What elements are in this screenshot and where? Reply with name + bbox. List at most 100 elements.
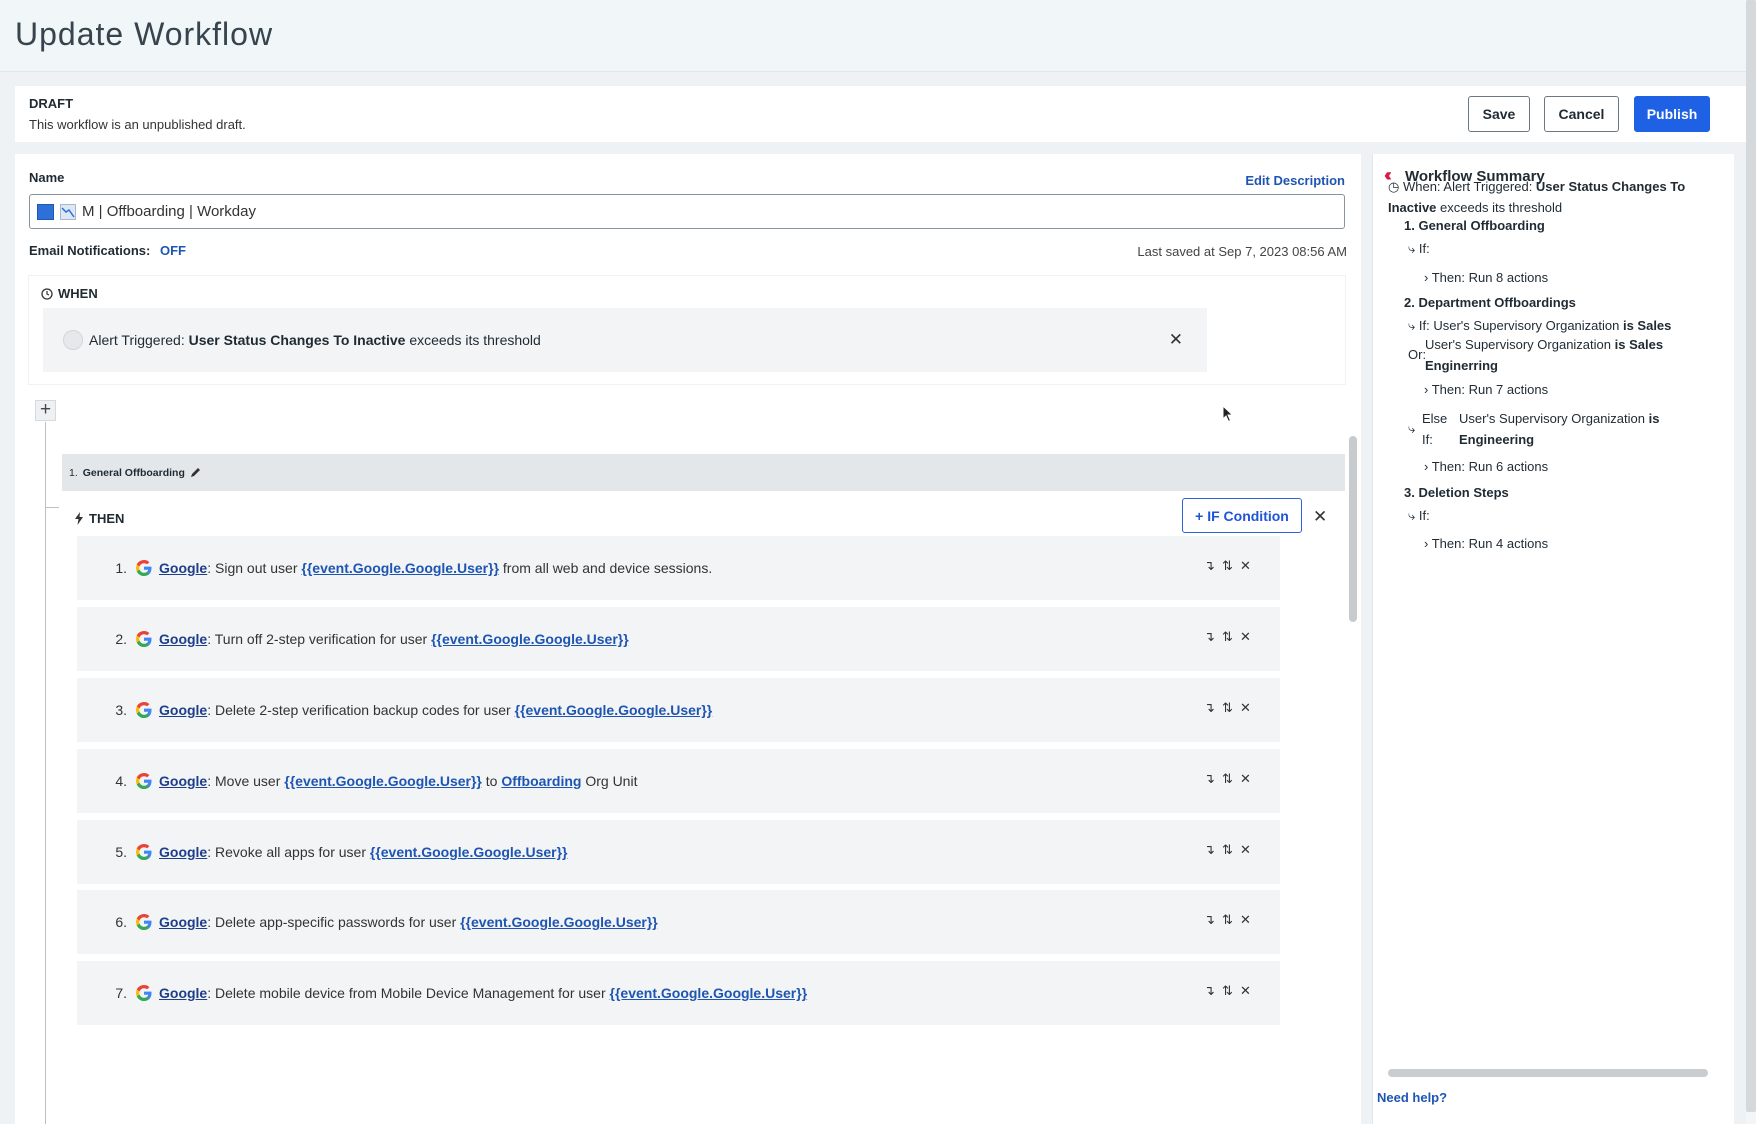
reorder-icon[interactable]: ⇅ — [1222, 771, 1233, 787]
summary-step-3-if: ⤷ If: — [1408, 505, 1430, 526]
action-app-link[interactable]: Google — [159, 773, 207, 789]
google-icon — [136, 914, 152, 930]
move-down-icon[interactable]: ↴ — [1204, 558, 1215, 574]
remove-action-close-icon[interactable]: ✕ — [1240, 558, 1251, 574]
action-text: : Delete app-specific passwords for user — [207, 914, 461, 930]
step-group: 1. General Offboarding THEN + IF Conditi… — [62, 454, 1345, 1124]
summary-step-1-if: ⤷ If: — [1408, 238, 1430, 259]
summary-step-2-then[interactable]: › Then: Run 7 actions — [1424, 379, 1548, 400]
action-row[interactable]: 7. Google: Delete mobile device from Mobi… — [77, 961, 1280, 1025]
publish-button[interactable]: Publish — [1634, 96, 1710, 132]
action-tools: ↴ ⇅ ✕ — [1204, 629, 1251, 645]
draft-description: This workflow is an unpublished draft. — [29, 117, 246, 132]
chevron-right-icon[interactable]: › — [1424, 536, 1428, 551]
action-variable-link[interactable]: {{event.Google.Google.User}} — [460, 914, 658, 930]
chevron-right-icon[interactable]: › — [1424, 270, 1428, 285]
email-notifications-toggle[interactable]: OFF — [160, 243, 186, 258]
action-row[interactable]: 6. Google: Delete app-specific passwords … — [77, 890, 1280, 954]
workflow-name-input[interactable]: M | Offboarding | Workday — [29, 194, 1345, 229]
action-variable-link[interactable]: Offboarding — [501, 773, 581, 789]
summary-step-2-else-then-text: Then: Run 6 actions — [1431, 459, 1549, 474]
action-app-link[interactable]: Google — [159, 560, 207, 576]
summary-step-1-then-text: Then: Run 8 actions — [1431, 270, 1549, 285]
remove-action-close-icon[interactable]: ✕ — [1240, 842, 1251, 858]
summary-step-1-then[interactable]: › Then: Run 8 actions — [1424, 267, 1548, 288]
cancel-button[interactable]: Cancel — [1544, 96, 1619, 132]
action-text: : Sign out user — [207, 560, 302, 576]
action-tools: ↴ ⇅ ✕ — [1204, 700, 1251, 716]
action-tools: ↴ ⇅ ✕ — [1204, 771, 1251, 787]
page-scrollbar-thumb[interactable] — [1746, 0, 1756, 1112]
remove-action-close-icon[interactable]: ✕ — [1240, 912, 1251, 928]
remove-action-close-icon[interactable]: ✕ — [1240, 771, 1251, 787]
when-block: WHEN Alert Triggered: User Status Change… — [29, 276, 1345, 384]
reorder-icon[interactable]: ⇅ — [1222, 983, 1233, 999]
action-row[interactable]: 3. Google: Delete 2-step verification bac… — [77, 678, 1280, 742]
editor-scrollbar-thumb[interactable] — [1349, 436, 1357, 622]
remove-action-close-icon[interactable]: ✕ — [1240, 983, 1251, 999]
reorder-icon[interactable]: ⇅ — [1222, 700, 1233, 716]
step-group-header: 1. General Offboarding — [62, 454, 1345, 491]
name-label: Name — [29, 170, 65, 185]
summary-when: ◷ When: Alert Triggered: User Status Cha… — [1388, 176, 1708, 218]
summary-step-2-else-then[interactable]: › Then: Run 6 actions — [1424, 456, 1548, 477]
add-if-condition-button[interactable]: + IF Condition — [1182, 498, 1302, 533]
summary-step-3-title-text: 3. Deletion Steps — [1404, 485, 1509, 500]
move-down-icon[interactable]: ↴ — [1204, 842, 1215, 858]
move-down-icon[interactable]: ↴ — [1204, 771, 1215, 787]
page-header: Update Workflow — [0, 0, 1746, 72]
remove-action-close-icon[interactable]: ✕ — [1240, 700, 1251, 716]
action-text: : Delete mobile device from Mobile Devic… — [207, 985, 610, 1001]
move-down-icon[interactable]: ↴ — [1204, 983, 1215, 999]
action-row[interactable]: 1. Google: Sign out user {{event.Google.G… — [77, 536, 1280, 600]
action-row[interactable]: 5. Google: Revoke all apps for user {{eve… — [77, 820, 1280, 884]
reorder-icon[interactable]: ⇅ — [1222, 842, 1233, 858]
action-variable-link[interactable]: {{event.Google.Google.User}} — [284, 773, 482, 789]
summary-step-2-title-text: 2. Department Offboardings — [1404, 295, 1576, 310]
move-down-icon[interactable]: ↴ — [1204, 629, 1215, 645]
action-app-link[interactable]: Google — [159, 631, 207, 647]
page-scrollbar[interactable] — [1746, 0, 1756, 1124]
reorder-icon[interactable]: ⇅ — [1222, 558, 1233, 574]
branch-icon: ⤷ — [1408, 241, 1416, 256]
action-text-suffix: Org Unit — [581, 773, 638, 789]
reorder-icon[interactable]: ⇅ — [1222, 912, 1233, 928]
add-step-plus-icon[interactable]: + — [35, 400, 56, 421]
pencil-icon[interactable] — [190, 467, 201, 478]
action-text-suffix: from all web and device sessions. — [499, 560, 713, 576]
chevron-right-icon[interactable]: › — [1424, 382, 1428, 397]
trigger-card[interactable]: Alert Triggered: User Status Changes To … — [43, 308, 1207, 372]
move-down-icon[interactable]: ↴ — [1204, 912, 1215, 928]
branch-icon: ⤷ — [1408, 318, 1416, 333]
remove-action-close-icon[interactable]: ✕ — [1240, 629, 1251, 645]
chevron-right-icon[interactable]: › — [1424, 459, 1428, 474]
action-number: 2. — [115, 631, 127, 647]
summary-step-3-if-text: If: — [1418, 508, 1430, 523]
action-variable-link[interactable]: {{event.Google.Google.User}} — [301, 560, 499, 576]
save-button[interactable]: Save — [1468, 96, 1530, 132]
action-app-link[interactable]: Google — [159, 985, 207, 1001]
action-variable-link[interactable]: {{event.Google.Google.User}} — [431, 631, 629, 647]
reorder-icon[interactable]: ⇅ — [1222, 629, 1233, 645]
action-variable-link[interactable]: {{event.Google.Google.User}} — [515, 702, 713, 718]
summary-step-3-then[interactable]: › Then: Run 4 actions — [1424, 533, 1548, 554]
action-variable-link[interactable]: {{event.Google.Google.User}} — [610, 985, 808, 1001]
action-app-link[interactable]: Google — [159, 702, 207, 718]
action-number: 6. — [115, 914, 127, 930]
action-row[interactable]: 2. Google: Turn off 2-step verification f… — [77, 607, 1280, 671]
summary-when-suffix: exceeds its threshold — [1436, 200, 1563, 215]
edit-description-link[interactable]: Edit Description — [1245, 173, 1345, 188]
action-row[interactable]: 4. Google: Move user {{event.Google.Googl… — [77, 749, 1280, 813]
summary-horizontal-scrollbar[interactable] — [1388, 1069, 1708, 1077]
action-variable-link[interactable]: {{event.Google.Google.User}} — [370, 844, 568, 860]
last-saved-text: Last saved at Sep 7, 2023 08:56 AM — [1137, 244, 1347, 259]
email-notifications-label: Email Notifications: — [29, 243, 151, 258]
move-down-icon[interactable]: ↴ — [1204, 700, 1215, 716]
action-app-link[interactable]: Google — [159, 844, 207, 860]
remove-then-close-icon[interactable]: ✕ — [1313, 507, 1327, 527]
google-icon — [136, 844, 152, 860]
need-help-link[interactable]: Need help? — [1377, 1090, 1447, 1105]
remove-trigger-close-icon[interactable]: ✕ — [1169, 330, 1183, 350]
editor-scrollbar[interactable] — [1349, 280, 1357, 1124]
action-app-link[interactable]: Google — [159, 914, 207, 930]
